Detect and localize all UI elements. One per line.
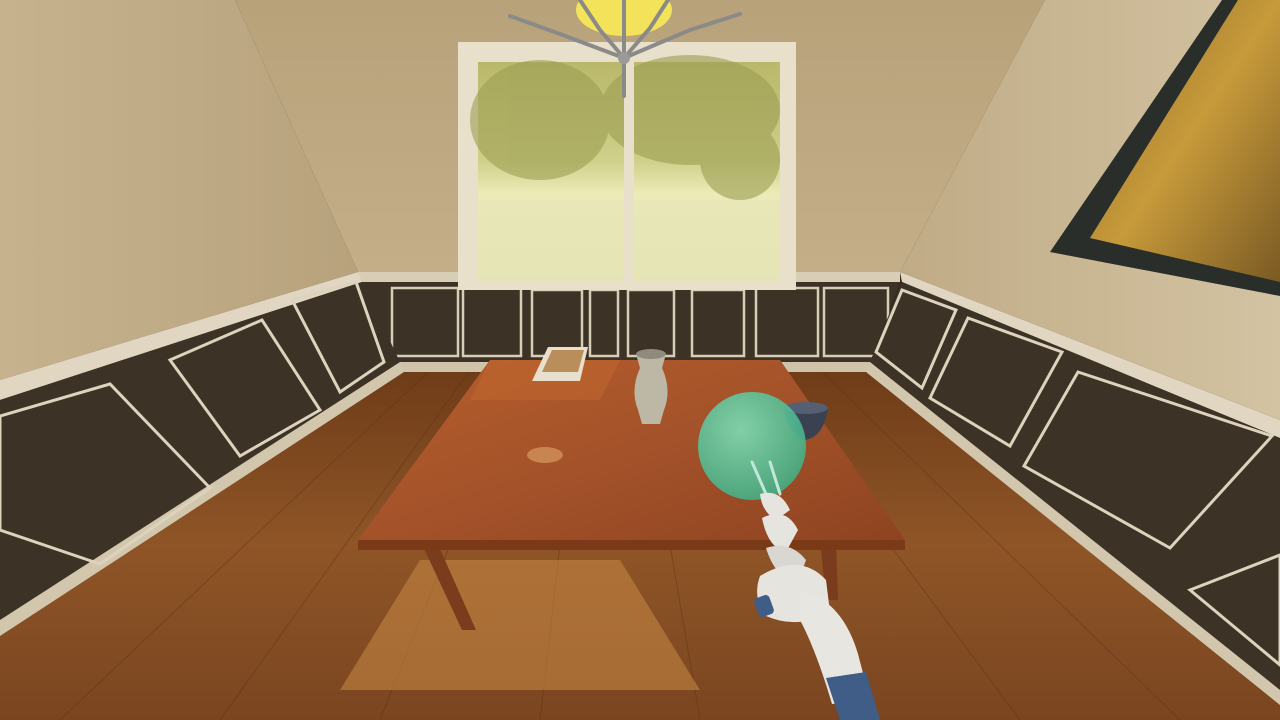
- vase: [634, 349, 668, 424]
- window: [458, 42, 796, 290]
- grasp-target-sphere: [698, 392, 806, 500]
- game-viewport[interactable]: [0, 0, 1280, 720]
